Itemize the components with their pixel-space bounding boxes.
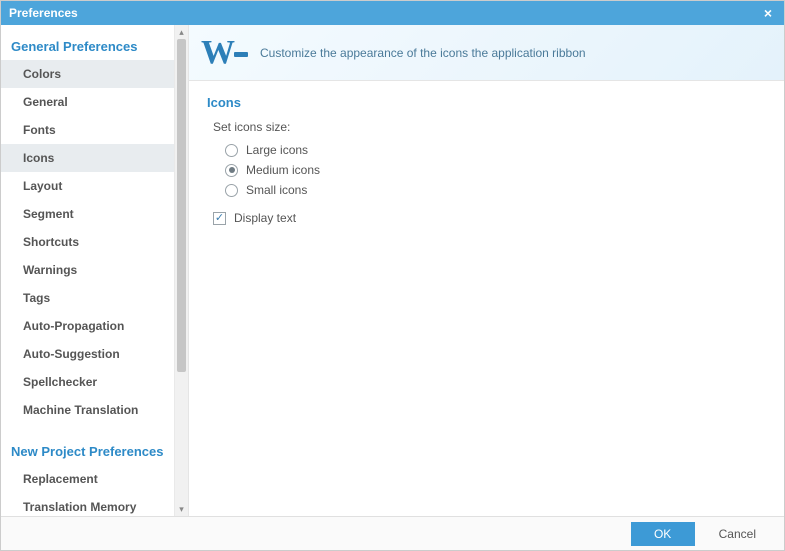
sidebar-item-label: Auto-Propagation [23, 319, 124, 333]
dialog-footer: OK Cancel [1, 516, 784, 550]
sidebar-item-label: Layout [23, 179, 62, 193]
radio-small-icons[interactable]: Small icons [207, 180, 766, 200]
sidebar-item-colors[interactable]: Colors [1, 60, 174, 88]
ok-button[interactable]: OK [631, 522, 695, 546]
close-icon[interactable]: × [760, 4, 776, 22]
radio-label: Small icons [246, 183, 307, 197]
sidebar-item-label: Auto-Suggestion [23, 347, 120, 361]
main-area: W Customize the appearance of the icons … [189, 25, 784, 516]
dialog-body: General Preferences Colors General Fonts… [1, 25, 784, 516]
radio-icon [225, 164, 238, 177]
window-title: Preferences [9, 6, 78, 20]
radio-large-icons[interactable]: Large icons [207, 140, 766, 160]
sidebar-item-label: Replacement [23, 472, 98, 486]
radio-medium-icons[interactable]: Medium icons [207, 160, 766, 180]
checkbox-label: Display text [234, 211, 296, 225]
sidebar-item-label: Colors [23, 67, 61, 81]
sidebar-item-warnings[interactable]: Warnings [1, 256, 174, 284]
banner-description: Customize the appearance of the icons th… [260, 46, 586, 60]
sidebar-item-machine-translation[interactable]: Machine Translation [1, 396, 174, 424]
radio-label: Medium icons [246, 163, 320, 177]
sidebar-item-icons[interactable]: Icons [1, 144, 174, 172]
scroll-thumb[interactable] [177, 39, 186, 372]
sidebar-container: General Preferences Colors General Fonts… [1, 25, 189, 516]
sidebar-scrollbar[interactable]: ▴ ▾ [174, 25, 188, 516]
checkbox-display-text[interactable]: ✓ Display text [207, 208, 766, 228]
section-title-general: General Preferences [1, 33, 174, 60]
sidebar-item-layout[interactable]: Layout [1, 172, 174, 200]
titlebar: Preferences × [1, 1, 784, 25]
scroll-down-icon[interactable]: ▾ [175, 502, 188, 516]
sidebar-item-replacement[interactable]: Replacement [1, 465, 174, 493]
logo-dash-icon [234, 52, 248, 57]
sidebar-item-label: Warnings [23, 263, 77, 277]
radio-icon [225, 184, 238, 197]
sidebar-item-tags[interactable]: Tags [1, 284, 174, 312]
sidebar-item-auto-suggestion[interactable]: Auto-Suggestion [1, 340, 174, 368]
app-logo: W [201, 36, 248, 70]
scroll-up-icon[interactable]: ▴ [175, 25, 188, 39]
sidebar-item-general[interactable]: General [1, 88, 174, 116]
sidebar-item-translation-memory[interactable]: Translation Memory [1, 493, 174, 516]
banner: W Customize the appearance of the icons … [189, 25, 784, 81]
scroll-track[interactable] [175, 39, 188, 502]
sidebar-item-spellchecker[interactable]: Spellchecker [1, 368, 174, 396]
radio-label: Large icons [246, 143, 308, 157]
sidebar-item-label: Shortcuts [23, 235, 79, 249]
radio-icon [225, 144, 238, 157]
sidebar-item-label: Icons [23, 151, 54, 165]
sidebar-item-segment[interactable]: Segment [1, 200, 174, 228]
panel-content: Icons Set icons size: Large icons Medium… [189, 81, 784, 242]
sidebar-item-label: Tags [23, 291, 50, 305]
sidebar: General Preferences Colors General Fonts… [1, 25, 174, 516]
sidebar-item-auto-propagation[interactable]: Auto-Propagation [1, 312, 174, 340]
sidebar-item-label: Spellchecker [23, 375, 97, 389]
sidebar-item-label: General [23, 95, 68, 109]
cancel-button[interactable]: Cancel [705, 522, 770, 546]
panel-title: Icons [207, 95, 766, 110]
section-title-new-project: New Project Preferences [1, 438, 174, 465]
sidebar-item-label: Segment [23, 207, 74, 221]
icons-size-label: Set icons size: [213, 120, 766, 134]
sidebar-item-label: Machine Translation [23, 403, 138, 417]
sidebar-item-label: Translation Memory [23, 500, 136, 514]
sidebar-item-fonts[interactable]: Fonts [1, 116, 174, 144]
logo-letter: W [201, 36, 232, 70]
sidebar-item-label: Fonts [23, 123, 56, 137]
checkbox-icon: ✓ [213, 212, 226, 225]
sidebar-item-shortcuts[interactable]: Shortcuts [1, 228, 174, 256]
